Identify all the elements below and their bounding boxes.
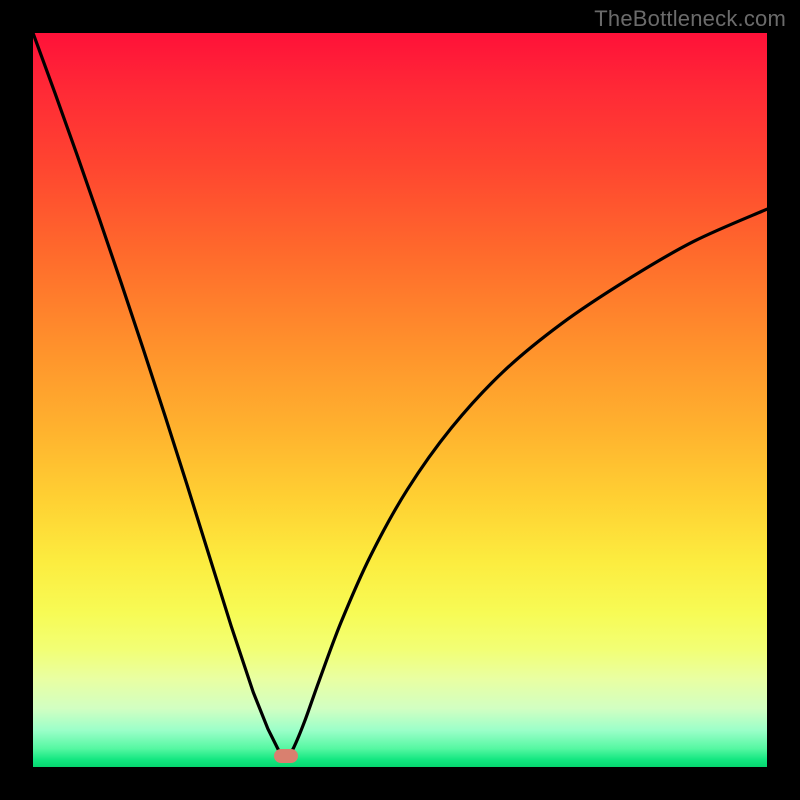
watermark-text: TheBottleneck.com: [594, 6, 786, 32]
chart-stage: TheBottleneck.com: [0, 0, 800, 800]
cusp-marker: [274, 749, 298, 763]
plot-background-gradient: [33, 33, 767, 767]
